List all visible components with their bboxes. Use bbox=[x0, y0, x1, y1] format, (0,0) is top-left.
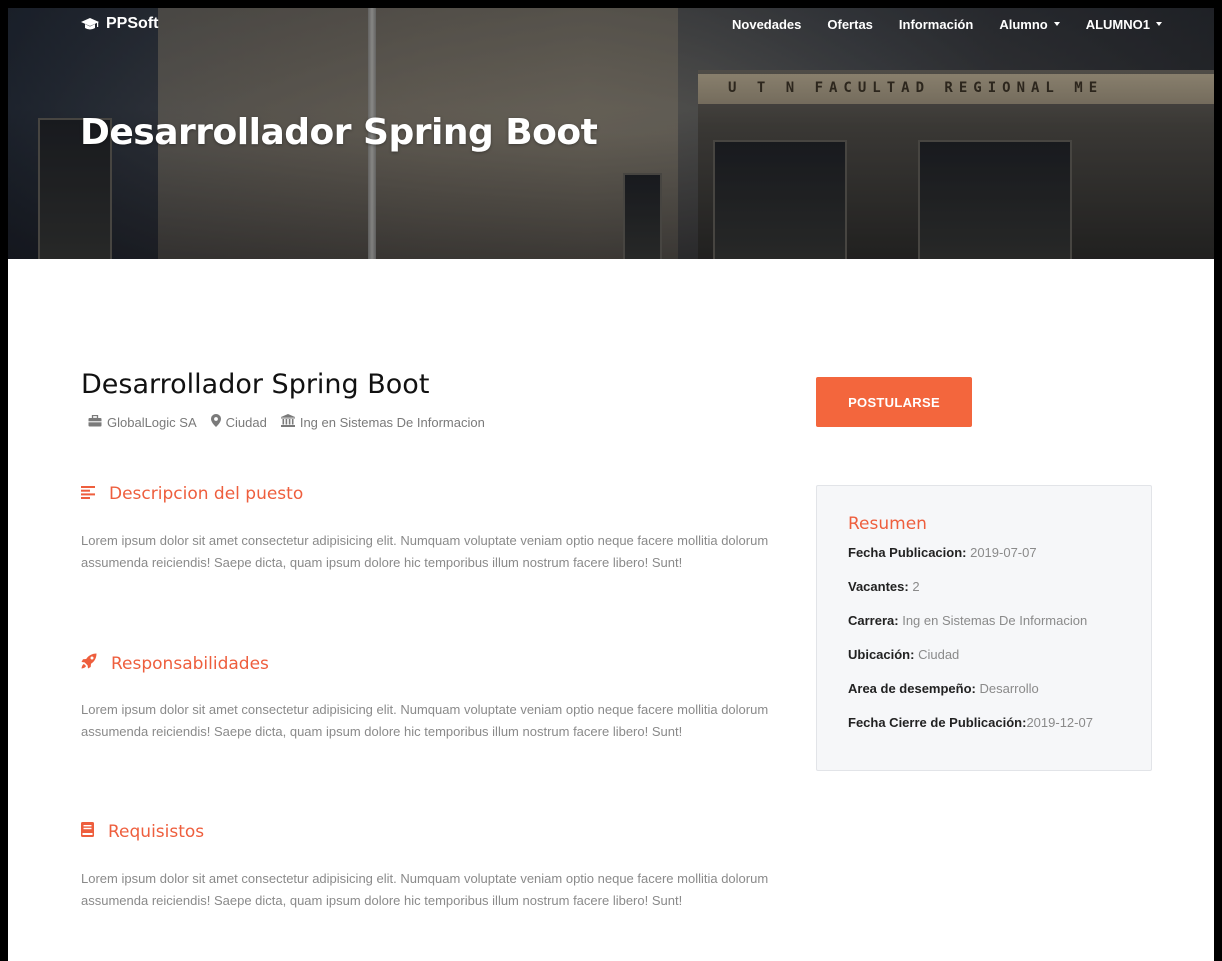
hero-title: Desarrollador Spring Boot bbox=[80, 112, 598, 153]
section-heading-descripcion: Descripcion del puesto bbox=[81, 484, 303, 504]
top-navigation: Novedades Ofertas Información Alumno ALU… bbox=[732, 10, 1162, 38]
nav-item-label: Ofertas bbox=[827, 16, 873, 32]
summary-value: 2 bbox=[912, 579, 920, 594]
nav-item-label: Novedades bbox=[732, 16, 802, 32]
job-company-name: GlobalLogic SA bbox=[107, 414, 197, 430]
summary-label: Fecha Publicacion: bbox=[848, 545, 971, 560]
job-company: GlobalLogic SA bbox=[88, 414, 197, 430]
summary-row-publication-date: Fecha Publicacion: 2019-07-07 bbox=[848, 544, 1151, 578]
summary-row-career: Carrera: Ing en Sistemas De Informacion bbox=[848, 612, 1151, 646]
align-left-icon bbox=[81, 484, 95, 504]
map-marker-icon bbox=[210, 414, 221, 430]
job-meta: GlobalLogic SA Ciudad Ing en Sistemas De… bbox=[88, 414, 485, 430]
summary-label: Vacantes: bbox=[848, 579, 913, 594]
summary-row-vacancies: Vacantes: 2 bbox=[848, 578, 1151, 612]
apply-button[interactable]: POSTULARSE bbox=[816, 377, 972, 427]
summary-value: 2019-07-07 bbox=[970, 545, 1037, 560]
section-heading-requisitos: Requisistos bbox=[81, 822, 204, 842]
nav-item-novedades[interactable]: Novedades bbox=[732, 17, 801, 32]
summary-row-closing-date: Fecha Cierre de Publicación:2019-12-07 bbox=[848, 714, 1151, 748]
summary-value: Ing en Sistemas De Informacion bbox=[902, 613, 1088, 628]
brand-name: PPSoft bbox=[106, 15, 159, 32]
summary-value: Ciudad bbox=[918, 647, 960, 662]
hero-banner: U T N FACULTAD REGIONAL ME PPSoft Noveda… bbox=[8, 8, 1214, 259]
section-heading-label: Responsabilidades bbox=[111, 653, 269, 674]
summary-value: Desarrollo bbox=[979, 681, 1039, 696]
caret-down-icon bbox=[1053, 22, 1060, 26]
summary-title: Resumen bbox=[848, 514, 927, 534]
nav-item-ofertas[interactable]: Ofertas bbox=[827, 17, 873, 32]
section-text-responsabilidades: Lorem ipsum dolor sit amet consectetur a… bbox=[81, 702, 769, 739]
nav-item-alumno-dropdown[interactable]: Alumno bbox=[999, 16, 1060, 32]
job-career: Ing en Sistemas De Informacion bbox=[280, 414, 485, 430]
section-heading-label: Requisistos bbox=[108, 822, 205, 842]
section-text-requisitos: Lorem ipsum dolor sit amet consectetur a… bbox=[81, 871, 769, 908]
summary-row-area: Area de desempeño: Desarrollo bbox=[848, 680, 1151, 714]
summary-label: Ubicación: bbox=[848, 647, 919, 662]
rocket-icon bbox=[81, 653, 97, 674]
briefcase-icon bbox=[88, 414, 102, 430]
summary-row-location: Ubicación: Ciudad bbox=[848, 646, 1151, 680]
job-career-name: Ing en Sistemas De Informacion bbox=[299, 414, 485, 430]
job-location-name: Ciudad bbox=[225, 414, 267, 430]
section-text-descripcion: Lorem ipsum dolor sit amet consectetur a… bbox=[81, 533, 769, 570]
section-heading-responsabilidades: Responsabilidades bbox=[81, 653, 269, 674]
nav-item-label: ALUMNO1 bbox=[1085, 16, 1150, 32]
summary-card: Resumen Fecha Publicacion: 2019-07-07 Va… bbox=[816, 485, 1152, 771]
nav-item-user-dropdown[interactable]: ALUMNO1 bbox=[1086, 17, 1162, 32]
graduation-cap-icon bbox=[80, 17, 100, 31]
summary-label: Area de desempeño: bbox=[848, 681, 980, 696]
book-icon bbox=[81, 822, 94, 842]
nav-item-label: Información bbox=[898, 16, 974, 32]
institution-icon bbox=[280, 414, 295, 430]
job-location: Ciudad bbox=[210, 414, 267, 430]
page-frame: U T N FACULTAD REGIONAL ME PPSoft Noveda… bbox=[8, 8, 1214, 961]
summary-value: 2019-12-07 bbox=[1026, 715, 1093, 730]
brand-logo[interactable]: PPSoft bbox=[80, 10, 158, 38]
summary-label: Fecha Cierre de Publicación: bbox=[848, 715, 1027, 730]
section-heading-label: Descripcion del puesto bbox=[109, 484, 304, 504]
nav-item-informacion[interactable]: Información bbox=[899, 17, 973, 32]
job-title: Desarrollador Spring Boot bbox=[81, 369, 430, 400]
caret-down-icon bbox=[1156, 22, 1162, 26]
summary-label: Carrera: bbox=[848, 613, 903, 628]
nav-item-label: Alumno bbox=[999, 16, 1048, 32]
